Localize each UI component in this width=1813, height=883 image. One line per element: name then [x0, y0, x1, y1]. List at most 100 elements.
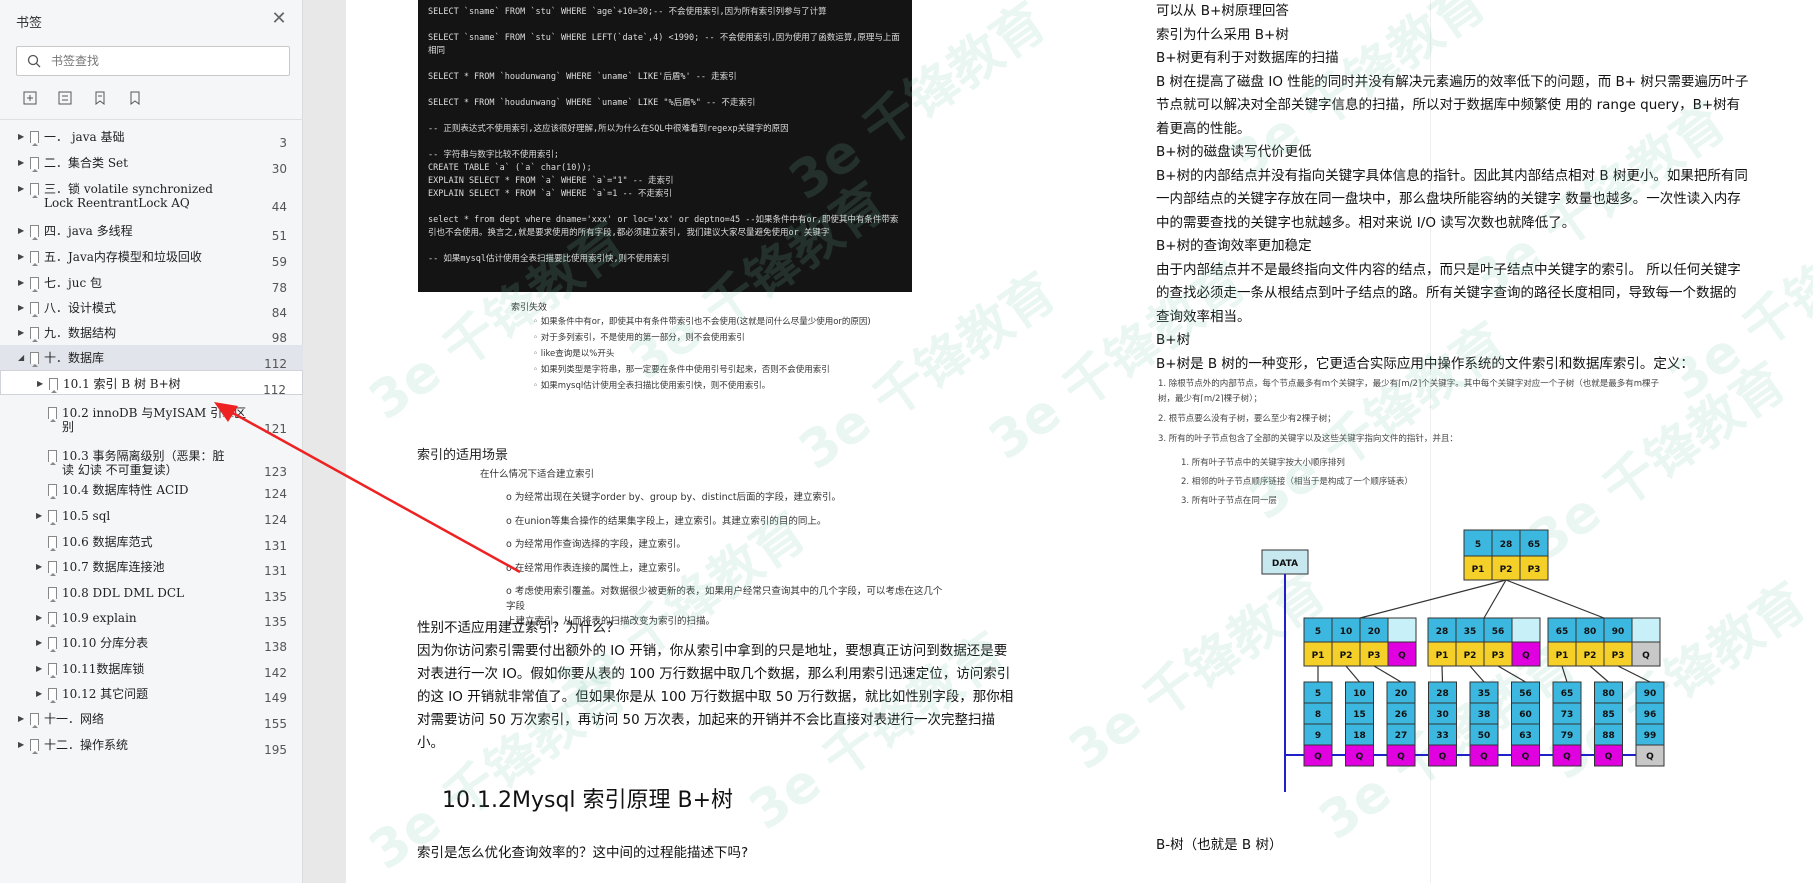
expand-arrow-icon[interactable]: ▶: [18, 184, 26, 194]
leaf-key: 60: [1519, 710, 1532, 720]
leaf-q: Q: [1439, 752, 1447, 762]
collapse-all-icon[interactable]: [92, 90, 108, 106]
collapse-arrow-icon[interactable]: ◢: [18, 353, 26, 363]
leaf-key: 35: [1478, 689, 1491, 699]
internal-key: 5: [1315, 627, 1321, 637]
bookmark-item[interactable]: ▶ 一． java 基础 3: [0, 124, 303, 150]
leaf-q: Q: [1480, 752, 1488, 762]
expand-arrow-icon[interactable]: ▶: [36, 613, 44, 623]
bookmark-label: 10.10 分库分表: [62, 636, 149, 650]
expand-arrow-icon[interactable]: ▶: [18, 740, 26, 750]
tree-edge: [1441, 665, 1444, 683]
expand-arrow-icon[interactable]: ▶: [18, 278, 26, 288]
expand-arrow-icon[interactable]: ▶: [18, 714, 26, 724]
definition-line: 3. 所有的叶子节点包含了全部的关键字以及这些关键字指向文件的指针，并且：: [1158, 434, 1458, 444]
bookmark-item[interactable]: 10.6 数据库范式 131: [0, 529, 303, 554]
heading-bplus-tree: 10.1.2Mysql 索引原理 B+树: [442, 788, 734, 813]
expand-arrow-icon[interactable]: ▶: [18, 158, 26, 168]
bookmark-page-number: 155: [264, 717, 287, 731]
bookmark-label: 10.11数据库锁: [62, 662, 145, 676]
bookmark-label: 10.1 索引 B 树 B+树: [63, 377, 181, 391]
expand-arrow-icon[interactable]: ▶: [18, 132, 26, 142]
index-scenario-item: o 为经常用作查询选择的字段，建立索引。: [506, 539, 686, 550]
leaf-key: 26: [1395, 710, 1408, 720]
bullet-item: ◦ 对于多列索引，不是使用的第一部分，则不会使用索引: [533, 333, 745, 343]
add-bookmark-icon[interactable]: [22, 90, 38, 106]
bookmark-item[interactable]: ▶ 十一．网络 155: [0, 706, 303, 731]
bookmark-item[interactable]: ▶ 四．java 多线程 51: [0, 218, 303, 243]
bookmark-item[interactable]: 10.2 innoDB 与MyISAM 引擎区 别 121: [0, 400, 303, 440]
bullet-item: ◦ 如果列类型是字符串，那一定要在条件中使用引号引起来，否则不会使用索引: [533, 365, 830, 375]
internal-key: 80: [1584, 627, 1597, 637]
bookmark-item[interactable]: ▶ 八．设计模式 84: [0, 295, 303, 320]
bookmark-search-input[interactable]: [51, 51, 281, 71]
bookmark-item[interactable]: 10.8 DDL DML DCL 135: [0, 580, 303, 605]
internal-key: 35: [1464, 627, 1477, 637]
expand-arrow-icon[interactable]: ▶: [18, 303, 26, 313]
bookmark-item[interactable]: ▶ 二．集合类 Set 30: [0, 150, 303, 176]
expand-arrow-icon[interactable]: ▶: [18, 328, 26, 338]
bookmark-item[interactable]: ▶ 三．锁 volatile synchronized Lock Reentran…: [0, 176, 303, 216]
expand-arrow-icon[interactable]: ▶: [37, 379, 45, 389]
bookmark-item[interactable]: ▶ 九．数据结构 98: [0, 320, 303, 345]
paragraph-line: 由于内部结点并不是最终指向文件内容的结点，而只是叶子结点中关键字的索引。 所以任…: [1156, 261, 1741, 278]
leaf-q: Q: [1646, 752, 1654, 762]
tree-edge: [1469, 665, 1485, 683]
bookmark-item[interactable]: ▶ 十二．操作系统 195: [0, 732, 303, 757]
expand-arrow-icon[interactable]: ▶: [36, 664, 44, 674]
bookmark-icon: [30, 225, 39, 240]
bookmark-label: 10.5 sql: [62, 509, 111, 523]
close-icon[interactable]: ✕: [270, 10, 288, 28]
bookmark-label: 七．juc 包: [44, 276, 102, 290]
search-icon: [27, 54, 41, 68]
expand-arrow-icon[interactable]: ▶: [18, 252, 26, 262]
definition-line: 2. 根节点要么没有子树，要么至少有2棵子树；: [1158, 414, 1336, 424]
leaf-key: 63: [1519, 731, 1532, 741]
bookmark-label: 九．数据结构: [44, 326, 117, 340]
bookmark-search-box[interactable]: [16, 46, 290, 76]
paragraph-line: B+树的内部结点并没有指向关键字具体信息的指针。因此其内部结点相对 B 树更小。…: [1156, 167, 1748, 184]
code-line: SELECT `sname` FROM `stu` WHERE LEFT(`da…: [428, 33, 900, 56]
bookmark-item[interactable]: 10.4 数据库特性 ACID 124: [0, 477, 303, 502]
root-key: 65: [1528, 540, 1541, 550]
bookmark-icon: [48, 536, 57, 551]
leaf-key: 90: [1644, 689, 1657, 699]
bookmark-icon: [48, 561, 57, 576]
leaf-key: 88: [1602, 731, 1615, 741]
definition-line: 树，最少有⌈m/2⌉棵子树）；: [1158, 394, 1262, 404]
bookmark-label: 10.4 数据库特性 ACID: [62, 483, 189, 497]
expand-all-icon[interactable]: [57, 90, 73, 106]
leaf-key: 96: [1644, 710, 1657, 720]
leaf-key: 18: [1353, 731, 1366, 741]
internal-key: 56: [1492, 627, 1505, 637]
expand-arrow-icon[interactable]: ▶: [36, 638, 44, 648]
bookmark-item[interactable]: ▶ 10.1 索引 B 树 B+树 112: [0, 370, 303, 397]
expand-arrow-icon[interactable]: ▶: [36, 689, 44, 699]
bookmark-icon: [48, 688, 57, 703]
bookmark-item[interactable]: ▶ 10.11数据库锁 142: [0, 656, 303, 681]
bookmark-item[interactable]: ▶ 10.10 分库分表 138: [0, 630, 303, 655]
paragraph-line: 查询效率相当。: [1156, 308, 1251, 325]
bookmark-item[interactable]: ▶ 10.7 数据库连接池 131: [0, 554, 303, 579]
bookmark-label: 10.3 事务隔离级别（恶果：脏 读 幻读 不可重复读）: [62, 449, 225, 477]
bookmark-item[interactable]: ▶ 10.9 explain 135: [0, 605, 303, 630]
expand-arrow-icon[interactable]: ▶: [18, 226, 26, 236]
sub-definition-line: 3. 所有叶子节点在同一层: [1181, 496, 1277, 506]
bookmark-item[interactable]: ▶ 10.12 其它问题 149: [0, 681, 303, 706]
expand-arrow-icon[interactable]: ▶: [36, 562, 44, 572]
bookmark-label: 十．数据库: [44, 351, 105, 365]
leaf-key: 30: [1436, 710, 1449, 720]
leaf-key: 33: [1436, 731, 1449, 741]
code-line: -- 如果mysql估计使用全表扫描要比使用索引快,则不使用索引: [428, 254, 670, 264]
bookmark-item[interactable]: ▶ 10.5 sql 124: [0, 503, 303, 528]
bookmark-icon[interactable]: [127, 90, 143, 106]
expand-arrow-icon[interactable]: ▶: [36, 511, 44, 521]
bookmark-icon: [49, 378, 58, 393]
bookmark-item[interactable]: ▶ 五．Java内存模型和垃圾回收 59: [0, 244, 303, 269]
bookmark-item[interactable]: ◢ 十．数据库 112: [0, 345, 303, 371]
paragraph-line: 中的需要查找的关键字也就越多。相对来说 I/O 读写次数也就降低了。: [1156, 214, 1576, 231]
definition-line: 1. 除根节点外的内部节点，每个节点最多有m个关键字，最少有⌈m/2⌉个关键字。…: [1158, 379, 1660, 389]
paragraph-line: B+树: [1156, 332, 1191, 348]
bookmark-item[interactable]: ▶ 七．juc 包 78: [0, 270, 303, 295]
paragraph-line: 因为你访问索引需要付出额外的 IO 开销，你从索引中拿到的只是地址，要想真正访问…: [417, 643, 1008, 659]
